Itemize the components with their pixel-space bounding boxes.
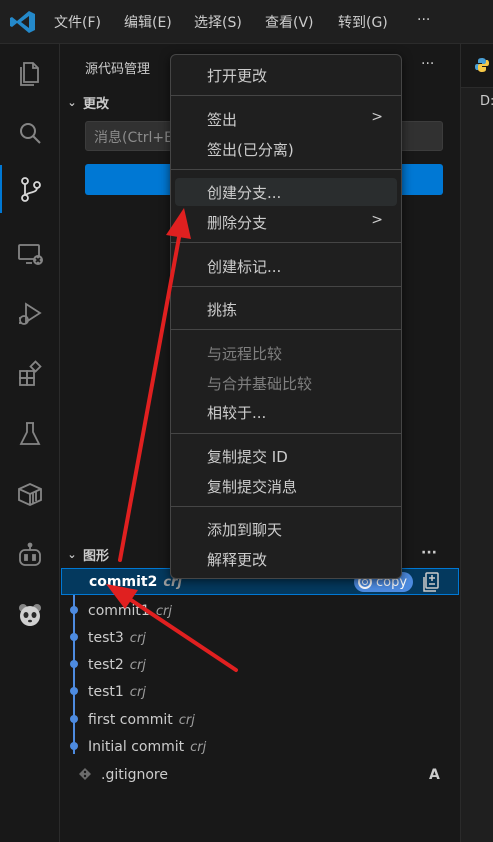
- editor-area: D:: [460, 44, 493, 842]
- commit-message: test1: [88, 683, 124, 700]
- commit-author: crj: [190, 739, 207, 755]
- menu-item-label: 挑拣: [207, 300, 238, 319]
- menu-item-label: 复制提交消息: [207, 477, 298, 496]
- menu-item-create-branch[interactable]: 创建分支...: [175, 178, 397, 206]
- panda-icon[interactable]: [0, 591, 60, 639]
- menu-item-delete-branch[interactable]: 删除分支 >: [175, 208, 397, 236]
- graph-row[interactable]: test1 crj: [61, 678, 459, 705]
- run-debug-icon[interactable]: [0, 290, 60, 338]
- file-status-badge: A: [429, 766, 440, 783]
- containers-icon[interactable]: [0, 470, 60, 518]
- menu-item-copy-commit-id[interactable]: 复制提交 ID: [175, 442, 397, 470]
- menu-file[interactable]: 文件(F): [54, 12, 101, 32]
- menu-item-checkout[interactable]: 签出 >: [175, 105, 397, 133]
- git-file-icon: [79, 768, 91, 780]
- menu-item-label: 与合并基础比较: [207, 374, 313, 393]
- testing-icon[interactable]: [0, 410, 60, 458]
- menu-separator: [171, 506, 401, 507]
- menu-item-checkout-detached[interactable]: 签出(已分离): [175, 135, 397, 163]
- chevron-right-icon: >: [371, 212, 383, 228]
- menu-item-label: 创建分支...: [207, 183, 282, 202]
- menu-separator: [171, 95, 401, 96]
- menu-selection[interactable]: 选择(S): [194, 12, 242, 32]
- menu-item-label: 删除分支: [207, 213, 268, 232]
- more-actions-button[interactable]: ···: [421, 56, 434, 72]
- menu-item-copy-commit-message[interactable]: 复制提交消息: [175, 472, 397, 500]
- menu-item-compare-merge-base: 与合并基础比较: [175, 369, 397, 397]
- file-row[interactable]: .gitignore A: [61, 761, 459, 788]
- explorer-icon[interactable]: [0, 49, 60, 97]
- menu-item-label: 签出: [207, 110, 238, 129]
- menu-item-label: 相较于...: [207, 403, 267, 422]
- commit-message-placeholder: 消息(Ctrl+E: [94, 130, 173, 146]
- editor-tab-bar: [461, 44, 493, 88]
- context-menu: 打开更改 签出 > 签出(已分离) 创建分支... 删除分支 > 创建标记... 挑…: [170, 54, 402, 579]
- graph-row[interactable]: first commit crj: [61, 706, 459, 733]
- menu-item-compare-remote: 与远程比较: [175, 339, 397, 367]
- extensions-icon[interactable]: [0, 350, 60, 398]
- file-name: .gitignore: [101, 766, 168, 783]
- menu-item-label: 与远程比较: [207, 344, 283, 363]
- commit-author: crj: [129, 684, 146, 700]
- graph-row[interactable]: commit1 crj: [61, 597, 459, 624]
- menu-item-cherry-pick[interactable]: 挑拣: [175, 295, 397, 323]
- commit-author: crj: [129, 657, 146, 673]
- copilot-icon[interactable]: [0, 532, 60, 580]
- open-changes-icon[interactable]: [423, 572, 441, 592]
- menu-separator: [171, 329, 401, 330]
- menu-separator: [171, 169, 401, 170]
- chevron-right-icon: >: [371, 109, 383, 125]
- menu-separator: [171, 242, 401, 243]
- breadcrumb[interactable]: D:: [480, 94, 493, 109]
- panel-title: 源代码管理: [85, 62, 151, 77]
- commit-message: first commit: [88, 711, 173, 728]
- commit-message: commit2: [89, 573, 158, 590]
- menu-item-label: 创建标记...: [207, 257, 282, 276]
- menu-edit[interactable]: 编辑(E): [124, 12, 172, 32]
- graph-row[interactable]: Initial commit crj: [61, 733, 459, 760]
- title-bar: 文件(F) 编辑(E) 选择(S) 查看(V) 转到(G) ···: [0, 0, 493, 44]
- commit-message: Initial commit: [88, 738, 185, 755]
- menu-item-compare-with[interactable]: 相较于...: [175, 398, 397, 426]
- menu-separator: [171, 433, 401, 434]
- menu-item-label: 打开更改: [207, 66, 268, 85]
- python-file-icon[interactable]: [475, 58, 489, 72]
- menu-item-create-tag[interactable]: 创建标记...: [175, 252, 397, 280]
- source-control-icon[interactable]: [0, 165, 60, 213]
- changes-title: 更改: [83, 96, 110, 112]
- commit-author: crj: [129, 630, 146, 646]
- menu-item-label: 签出(已分离): [207, 140, 294, 159]
- graph-row[interactable]: test3 crj: [61, 624, 459, 651]
- commit-message: test2: [88, 656, 124, 673]
- graph-row[interactable]: test2 crj: [61, 651, 459, 678]
- activity-bar: [0, 44, 60, 842]
- menu-item-label: 解释更改: [207, 550, 268, 569]
- vscode-logo-icon: [10, 11, 35, 33]
- commit-message: test3: [88, 629, 124, 646]
- menu-go[interactable]: 转到(G): [338, 12, 388, 32]
- commit-author: crj: [155, 603, 172, 619]
- menu-item-label: 添加到聊天: [207, 520, 283, 539]
- menu-separator: [171, 286, 401, 287]
- graph-title: 图形: [83, 548, 110, 564]
- search-icon[interactable]: [0, 110, 60, 158]
- menu-item-add-to-chat[interactable]: 添加到聊天: [175, 515, 397, 543]
- commit-message: commit1: [88, 602, 150, 619]
- chevron-down-icon: ⌄: [67, 95, 77, 109]
- remote-explorer-icon[interactable]: [0, 230, 60, 278]
- chevron-down-icon: ⌄: [67, 547, 77, 561]
- menu-more[interactable]: ···: [417, 12, 430, 28]
- commit-author: crj: [178, 712, 195, 728]
- menu-view[interactable]: 查看(V): [265, 12, 314, 32]
- menu-item-label: 复制提交 ID: [207, 447, 288, 466]
- menu-item-explain-changes[interactable]: 解释更改: [175, 545, 397, 573]
- menu-item-open-changes[interactable]: 打开更改: [175, 61, 397, 89]
- graph-more-button[interactable]: ···: [421, 545, 437, 561]
